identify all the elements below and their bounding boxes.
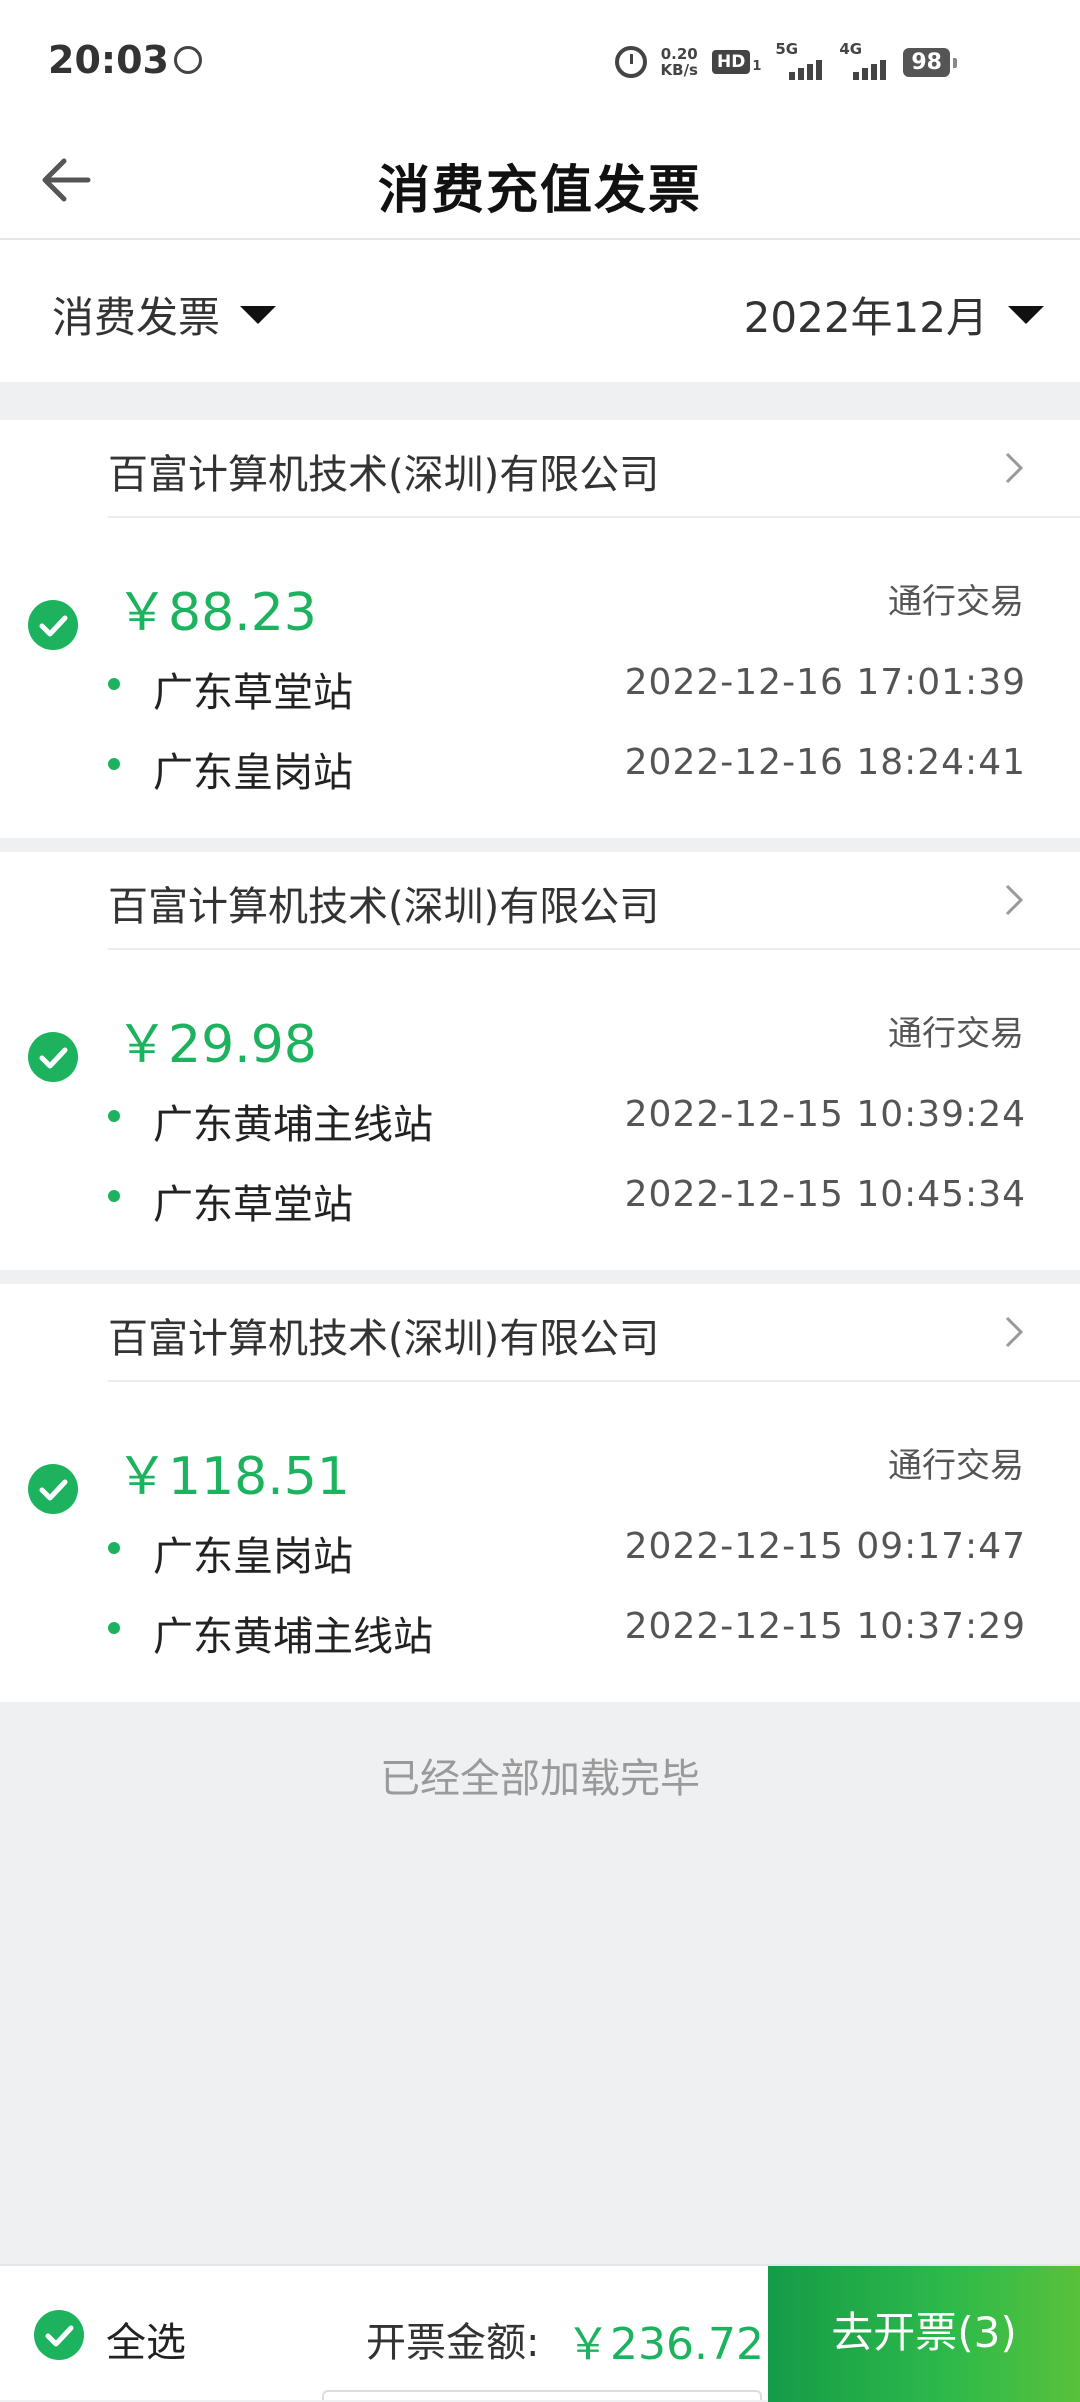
select-all-checkbox[interactable] — [34, 2310, 84, 2360]
invoice-amount-label: 开票金额: — [366, 2320, 540, 2366]
merchant-name: 百富计算机技术(深圳)有限公司 — [108, 1316, 660, 1362]
status-bar: 20:03 0.20 KB/s HD 1 5G 4G 98 — [0, 0, 1080, 120]
timestamp: 2022-12-15 09:17:47 — [624, 1526, 1026, 1567]
timestamp: 2022-12-15 10:37:29 — [624, 1606, 1026, 1647]
station-name: 广东皇岗站 — [153, 750, 353, 796]
caret-down-icon — [240, 305, 277, 324]
checkmark-icon — [45, 2325, 74, 2347]
invoice-total: ￥236.72 — [566, 2319, 764, 2370]
month-dropdown[interactable]: 2022年12月 — [744, 284, 1044, 345]
filter-bar: 消费发票 2022年12月 — [0, 240, 1080, 382]
transaction-type: 通行交易 — [888, 1014, 1024, 1054]
hd-sub: 1 — [752, 59, 762, 74]
battery-icon: 98 — [903, 47, 957, 77]
bullet-icon — [108, 1622, 120, 1634]
signal-4g-label: 4G — [839, 40, 863, 58]
network-speed: 0.20 KB/s — [661, 46, 698, 78]
hd-indicator: HD 1 — [711, 50, 762, 74]
timestamp: 2022-12-15 10:39:24 — [624, 1094, 1026, 1135]
status-icons: 0.20 KB/s HD 1 5G 4G 98 — [614, 40, 957, 84]
checkbox-checked-icon[interactable] — [28, 600, 78, 650]
merchant-row[interactable]: 百富计算机技术(深圳)有限公司 — [108, 1284, 1080, 1382]
month-label: 2022年12月 — [743, 293, 988, 342]
signal-5g-icon: 5G — [775, 40, 825, 80]
bottom-action-bar: 全选 开票金额: ￥236.72 去开票(3) — [0, 2264, 1080, 2402]
signal-5g-label: 5G — [775, 40, 799, 58]
signal-4g-icon: 4G — [839, 40, 889, 80]
transaction-type: 通行交易 — [888, 582, 1024, 622]
list-item: 广东黄埔主线站 2022-12-15 10:39:24 — [108, 1086, 1028, 1148]
list-item: 广东黄埔主线站 2022-12-15 10:37:29 — [108, 1598, 1028, 1660]
notification-icon — [174, 46, 202, 74]
invoice-type-dropdown[interactable]: 消费发票 — [52, 284, 277, 345]
list-item: 广东皇岗站 2022-12-15 09:17:47 — [108, 1518, 1028, 1580]
bullet-icon — [108, 1190, 120, 1202]
invoice-card[interactable]: 百富计算机技术(深圳)有限公司 ￥118.51 通行交易 广东皇岗站 2022-… — [0, 1284, 1080, 1702]
select-all-label[interactable]: 全选 — [106, 2310, 186, 2368]
checkbox-checked-icon[interactable] — [28, 1032, 78, 1082]
bullet-icon — [108, 758, 120, 770]
invoice-type-label: 消费发票 — [52, 293, 221, 342]
timestamp: 2022-12-16 17:01:39 — [624, 662, 1026, 703]
transaction-type: 通行交易 — [888, 1446, 1024, 1486]
home-indicator[interactable] — [322, 2390, 762, 2400]
invoice-card[interactable]: 百富计算机技术(深圳)有限公司 ￥29.98 通行交易 广东黄埔主线站 2022… — [0, 852, 1080, 1270]
station-name: 广东草堂站 — [153, 670, 353, 716]
page-title: 消费充值发票 — [377, 161, 702, 221]
timestamp: 2022-12-16 18:24:41 — [624, 742, 1026, 783]
station-name: 广东黄埔主线站 — [153, 1102, 433, 1148]
station-name: 广东黄埔主线站 — [153, 1614, 433, 1660]
bullet-icon — [108, 1110, 120, 1122]
merchant-row[interactable]: 百富计算机技术(深圳)有限公司 — [108, 420, 1080, 518]
network-speed-unit: KB/s — [660, 61, 698, 79]
issue-invoice-button[interactable]: 去开票(3) — [768, 2266, 1080, 2402]
network-speed-value: 0.20 — [660, 45, 698, 63]
status-time: 20:03 — [48, 38, 169, 82]
chevron-right-icon — [1005, 1316, 1024, 1348]
nav-bar: 消费充值发票 — [0, 120, 1080, 240]
alarm-icon — [614, 46, 647, 78]
end-of-list-text: 已经全部加载完毕 — [380, 1756, 700, 1802]
invoice-amount: ￥118.51 — [116, 1447, 350, 1507]
merchant-name: 百富计算机技术(深圳)有限公司 — [108, 452, 660, 498]
invoice-amount: ￥88.23 — [116, 583, 317, 643]
list-item: 广东草堂站 2022-12-16 17:01:39 — [108, 654, 1028, 716]
chevron-right-icon — [1005, 884, 1024, 916]
list-item: 广东皇岗站 2022-12-16 18:24:41 — [108, 734, 1028, 796]
merchant-row[interactable]: 百富计算机技术(深圳)有限公司 — [108, 852, 1080, 950]
timestamp: 2022-12-15 10:45:34 — [624, 1174, 1026, 1215]
list-item: 广东草堂站 2022-12-15 10:45:34 — [108, 1166, 1028, 1228]
station-name: 广东草堂站 — [153, 1182, 353, 1228]
bullet-icon — [108, 678, 120, 690]
checkbox-checked-icon[interactable] — [28, 1464, 78, 1514]
merchant-name: 百富计算机技术(深圳)有限公司 — [108, 884, 660, 930]
invoice-amount: ￥29.98 — [116, 1015, 317, 1075]
caret-down-icon — [1008, 305, 1044, 324]
bullet-icon — [108, 1542, 120, 1554]
hd-icon: HD — [711, 50, 751, 74]
invoice-card[interactable]: 百富计算机技术(深圳)有限公司 ￥88.23 通行交易 广东草堂站 2022-1… — [0, 420, 1080, 838]
chevron-right-icon — [1005, 452, 1024, 484]
station-name: 广东皇岗站 — [153, 1534, 353, 1580]
